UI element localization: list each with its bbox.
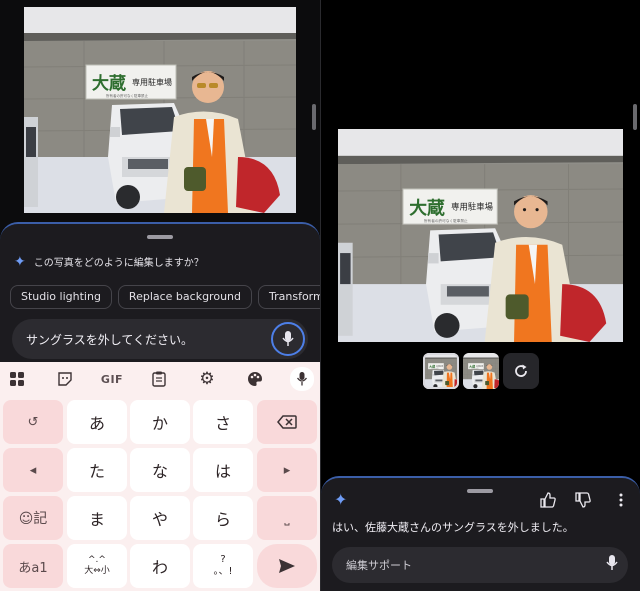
chip-transform-object[interactable]: Transform ob [258,285,320,309]
cursor-left-key[interactable]: ◂ [3,448,63,492]
thumbs-down-icon [575,492,591,508]
edit-request-screen: ✦ この写真をどのように編集しますか？ Studio lighting Repla… [0,0,320,591]
mic-icon [606,555,618,570]
japanese-keyboard: GIF ⚙ ↺ あ か さ ◂ た な は ▸ ☺記 ま や ら ⎵ あa1 ^… [0,362,320,591]
variation-thumbnail[interactable] [463,353,499,389]
photo-image [24,7,296,213]
apps-grid-icon[interactable] [3,368,31,390]
suggestion-chips: Studio lighting Replace background Transfo… [10,285,320,311]
thumbs-up-icon [540,492,556,508]
sticker-icon[interactable] [51,368,79,390]
key-ra[interactable]: ら [193,496,253,540]
mic-icon [282,331,294,346]
gif-button[interactable]: GIF [98,368,126,390]
settings-gear-icon[interactable]: ⚙ [193,368,221,390]
size-toggle-label: 大⇔小 [84,566,110,576]
thumbs-down-button[interactable] [571,488,595,512]
assistant-message: はい、佐藤大蔵さんのサングラスを外しました。 [332,521,574,534]
palette-icon[interactable] [241,368,269,390]
photo-preview [24,7,296,213]
keyboard-mic-button[interactable] [290,367,314,391]
regenerate-button[interactable] [503,353,539,389]
key-na[interactable]: な [130,448,190,492]
sparkle-icon: ✦ [14,253,26,270]
send-icon [279,559,295,573]
key-ma[interactable]: ま [67,496,127,540]
more-options-button[interactable] [609,488,633,512]
sheet-drag-handle[interactable] [467,489,493,493]
clipboard-icon[interactable] [145,368,173,390]
key-sa[interactable]: さ [193,400,253,444]
mic-icon [297,372,307,386]
chip-replace-background[interactable]: Replace background [117,285,252,309]
edited-photo [338,129,623,342]
refresh-icon [515,364,527,377]
backspace-key[interactable] [257,400,317,444]
key-ya[interactable]: や [130,496,190,540]
edit-assist-placeholder: 編集サポート [346,559,412,572]
key-ta[interactable]: た [67,448,127,492]
mic-button[interactable] [606,555,618,575]
scrollbar-thumb[interactable] [633,104,637,130]
kaomoji-key[interactable]: ^.^ 大⇔小 [67,544,127,588]
key-wa[interactable]: わ [130,544,190,588]
edit-prompt-sheet: ✦ この写真をどのように編集しますか？ Studio lighting Repla… [0,222,320,362]
sparkle-icon: ✦ [334,490,348,509]
space-key[interactable]: ⎵ [257,496,317,540]
sheet-drag-handle[interactable] [147,235,173,239]
edited-photo-image [338,129,623,342]
edit-assist-input[interactable]: 編集サポート [332,547,628,583]
variation-thumbnail[interactable] [423,353,459,389]
keyboard-toolbar: GIF ⚙ [0,362,320,396]
edit-request-text[interactable]: サングラスを外してください。 [26,331,193,348]
send-key[interactable] [257,544,317,588]
emoji-symbol-key[interactable]: ☺記 [3,496,63,540]
assistant-response-sheet: ✦ はい、佐藤大蔵さんのサングラスを外しました。 編集サポート [321,476,640,591]
punctuation-key[interactable]: ? 。、! [193,544,253,588]
input-mode-key[interactable]: あa1 [3,544,63,588]
edit-request-input[interactable]: サングラスを外してください。 [12,319,308,359]
edit-question: この写真をどのように編集しますか？ [33,258,204,269]
punctuation-bottom-label: 。、! [213,566,233,577]
thumbs-up-button[interactable] [536,488,560,512]
kaomoji-label: ^.^ [88,555,106,565]
punctuation-top-label: ? [220,554,226,565]
result-variations [423,353,539,389]
scrollbar-thumb[interactable] [312,104,316,130]
key-ha[interactable]: は [193,448,253,492]
mic-button[interactable] [271,322,305,356]
key-ka[interactable]: か [130,400,190,444]
key-a[interactable]: あ [67,400,127,444]
more-vert-icon [619,493,623,507]
undo-key[interactable]: ↺ [3,400,63,444]
cursor-right-key[interactable]: ▸ [257,448,317,492]
edit-result-screen: ✦ はい、佐藤大蔵さんのサングラスを外しました。 編集サポート [321,0,640,591]
chip-studio-lighting[interactable]: Studio lighting [10,285,112,309]
prompt-row: ✦ この写真をどのように編集しますか？ [14,253,204,270]
backspace-icon [277,415,297,429]
